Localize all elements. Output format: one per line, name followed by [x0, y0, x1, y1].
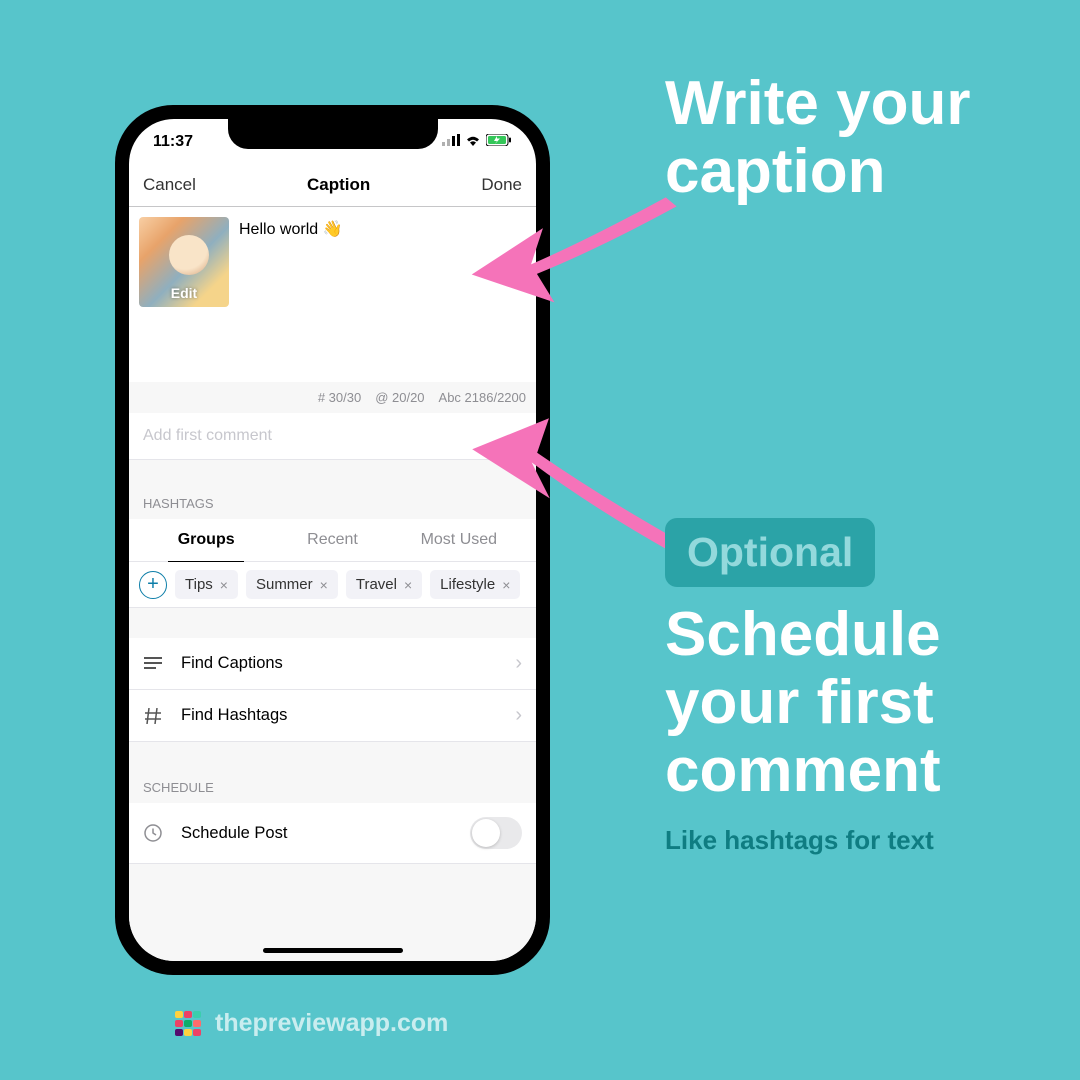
- spacer: [129, 742, 536, 772]
- find-captions-row[interactable]: Find Captions ›: [129, 638, 536, 690]
- annotation-schedule-comment: Schedule your first comment: [665, 601, 1080, 806]
- tag-item[interactable]: Summer ×: [246, 570, 338, 599]
- app-logo-icon: [175, 1011, 201, 1037]
- tag-label: Travel: [356, 576, 397, 593]
- home-indicator: [263, 948, 403, 953]
- nav-title: Caption: [307, 175, 370, 195]
- tab-groups[interactable]: Groups: [143, 519, 269, 561]
- spacer: [129, 608, 536, 638]
- hash-icon: [143, 708, 163, 724]
- status-time: 11:37: [153, 133, 193, 151]
- chevron-right-icon: ›: [515, 704, 522, 727]
- wifi-icon: [465, 133, 481, 151]
- remove-tag-icon[interactable]: ×: [220, 577, 228, 593]
- clock-icon: [143, 824, 163, 842]
- post-thumbnail[interactable]: Edit: [139, 217, 229, 307]
- row-label: Schedule Post: [181, 824, 452, 843]
- annotation-subtitle: Like hashtags for text: [665, 826, 1080, 855]
- schedule-toggle[interactable]: [470, 817, 522, 849]
- find-hashtags-row[interactable]: Find Hashtags ›: [129, 690, 536, 742]
- tag-label: Tips: [185, 576, 213, 593]
- schedule-post-row: Schedule Post: [129, 803, 536, 864]
- add-tag-button[interactable]: +: [139, 571, 167, 599]
- annotation-block: Optional Schedule your first comment Lik…: [665, 518, 1080, 854]
- char-count: Abc 2186/2200: [439, 390, 526, 405]
- notch: [228, 119, 438, 149]
- remove-tag-icon[interactable]: ×: [320, 577, 328, 593]
- tab-recent[interactable]: Recent: [269, 519, 395, 561]
- signal-icon: [442, 133, 460, 151]
- mention-count: @ 20/20: [375, 390, 424, 405]
- battery-icon: [486, 133, 512, 151]
- schedule-header: SCHEDULE: [129, 772, 536, 803]
- edit-label: Edit: [171, 285, 197, 301]
- footer: thepreviewapp.com: [175, 1009, 448, 1038]
- screen-bottom: [129, 864, 536, 961]
- arrow-icon: [470, 190, 690, 310]
- character-counters: # 30/30 @ 20/20 Abc 2186/2200: [129, 382, 536, 413]
- arrow-icon: [470, 410, 690, 580]
- chevron-right-icon: ›: [515, 652, 522, 675]
- row-label: Find Captions: [181, 654, 497, 673]
- row-label: Find Hashtags: [181, 706, 497, 725]
- status-icons: [442, 133, 512, 151]
- footer-url: thepreviewapp.com: [215, 1009, 448, 1038]
- tag-label: Summer: [256, 576, 313, 593]
- cancel-button[interactable]: Cancel: [143, 175, 196, 195]
- tag-item[interactable]: Tips ×: [175, 570, 238, 599]
- remove-tag-icon[interactable]: ×: [404, 577, 412, 593]
- lines-icon: [143, 657, 163, 671]
- hashtag-count: # 30/30: [318, 390, 361, 405]
- tag-item[interactable]: Travel ×: [346, 570, 422, 599]
- annotation-write-caption: Write your caption: [665, 70, 1080, 206]
- optional-badge: Optional: [665, 518, 875, 587]
